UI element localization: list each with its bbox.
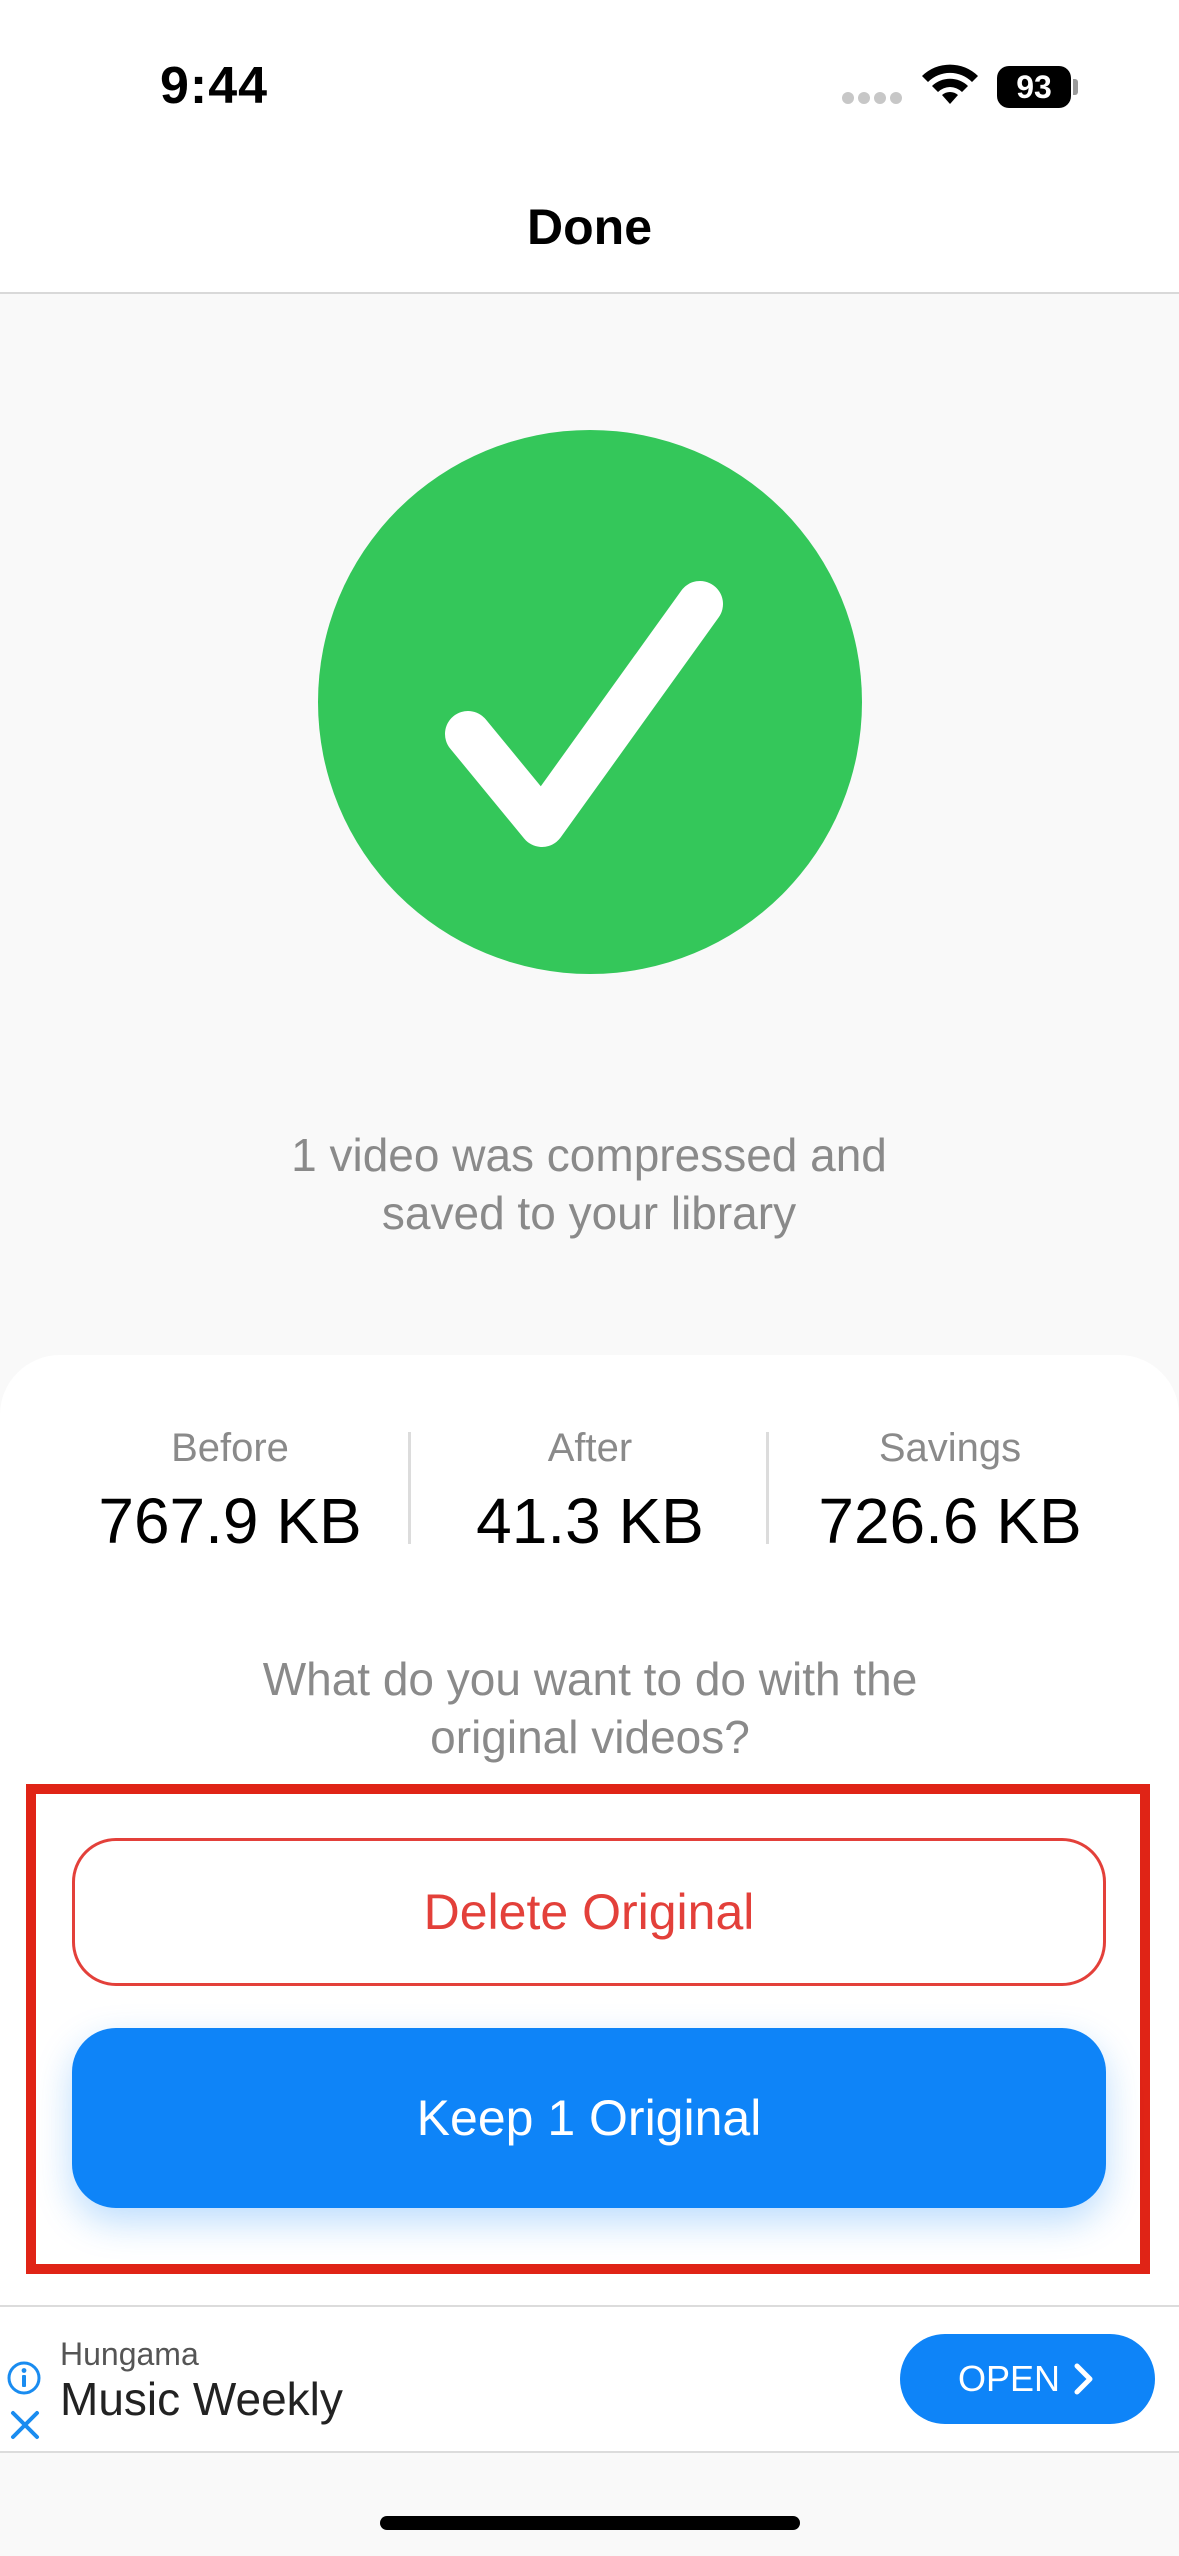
stat-label: Before — [171, 1426, 289, 1470]
stat-label: Savings — [878, 1426, 1022, 1470]
keep-original-button[interactable]: Keep 1 Original — [72, 2028, 1106, 2208]
chevron-right-icon — [1074, 2363, 1093, 2395]
battery-level: 93 — [997, 66, 1071, 108]
ad-title: Music Weekly — [60, 2373, 343, 2425]
battery-icon: 93 — [997, 66, 1078, 108]
page-title: Done — [527, 199, 652, 255]
ad-open-button[interactable]: OPEN — [900, 2334, 1155, 2424]
wifi-icon — [922, 64, 978, 104]
ad-open-label: OPEN — [958, 2358, 1061, 2399]
status-bar: 9:44 93 — [0, 0, 1179, 160]
stat-after: After 41.3 KB — [410, 1415, 770, 1565]
success-badge — [318, 430, 862, 974]
divider — [766, 1432, 769, 1544]
stat-value: 767.9 KB — [98, 1485, 362, 1557]
success-message: 1 video was compressed and saved to your… — [291, 1129, 887, 1239]
close-icon[interactable] — [8, 2408, 42, 2442]
delete-original-button[interactable]: Delete Original — [72, 1838, 1106, 1986]
home-indicator[interactable] — [380, 2516, 800, 2530]
ad-advertiser: Hungama — [60, 2336, 199, 2372]
stat-value: 41.3 KB — [476, 1485, 704, 1557]
screen: 9:44 93 Done 1 video was compressed and … — [0, 0, 1179, 2556]
stat-label: After — [547, 1426, 633, 1470]
info-icon[interactable] — [6, 2360, 42, 2396]
status-time: 9:44 — [160, 57, 269, 115]
checkmark-icon — [445, 581, 723, 847]
stat-savings: Savings 726.6 KB — [770, 1415, 1130, 1565]
stat-value: 726.6 KB — [818, 1485, 1082, 1557]
navigation-bar: Done — [0, 160, 1179, 294]
stat-before: Before 767.9 KB — [40, 1415, 420, 1565]
cellular-signal-icon — [842, 92, 904, 106]
original-videos-question: What do you want to do with the original… — [262, 1653, 918, 1763]
